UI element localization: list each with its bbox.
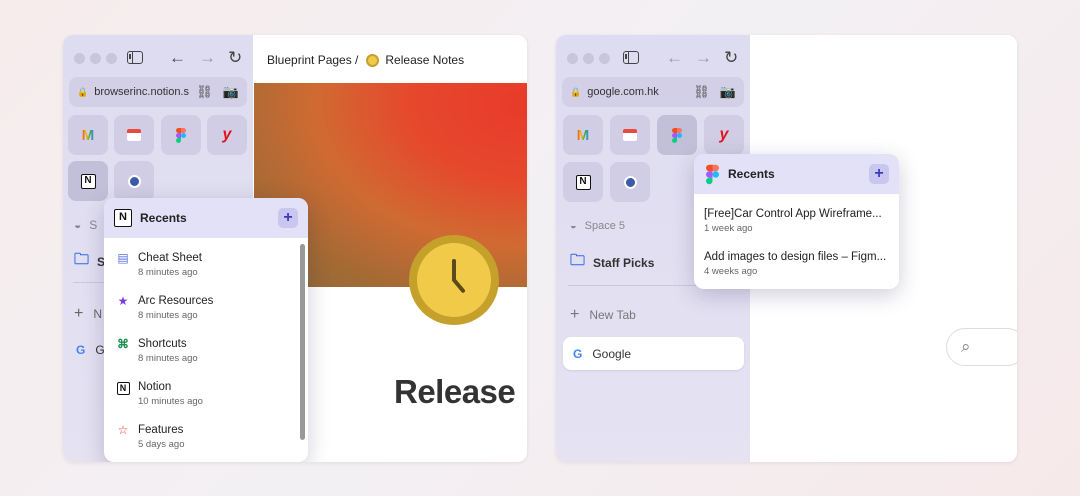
link-icon[interactable]: ⛓	[196, 84, 213, 100]
add-button[interactable]: +	[278, 208, 298, 228]
clock-emoji-icon	[366, 53, 380, 67]
url-text: browserinc.notion.s	[94, 86, 189, 98]
link-icon[interactable]: ⛓	[693, 84, 710, 100]
recents-popup: Recents + [Free]Car Control App Wirefram…	[694, 154, 899, 289]
google-icon: G	[76, 343, 86, 357]
figma-icon	[176, 127, 186, 143]
app-icon	[127, 174, 141, 188]
recent-item[interactable]: ★ Arc Resources 8 minutes ago	[104, 294, 308, 337]
gmail-icon: M	[576, 126, 590, 144]
camera-icon[interactable]: 📷	[223, 84, 239, 100]
breadcrumb: Blueprint Pages / Release Notes	[254, 35, 527, 85]
y-logo-icon: y	[222, 126, 232, 143]
sidebar-toggle-icon[interactable]	[623, 51, 639, 64]
star-outline-icon: ☆	[117, 423, 129, 437]
recents-header: Recents +	[694, 154, 899, 194]
url-bar[interactable]: 🔒 google.com.hk ⛓ 📷	[562, 77, 744, 107]
breadcrumb-parent[interactable]: Blueprint Pages /	[267, 53, 358, 67]
window-maximize-button[interactable]	[599, 53, 610, 64]
space-label: ◒ Space 5	[570, 220, 626, 232]
planet-icon: ◒	[570, 220, 577, 232]
space-label: ◒ S	[74, 218, 98, 232]
pinned-gmail[interactable]: M	[563, 115, 603, 155]
star-icon: ★	[117, 294, 129, 308]
pinned-figma[interactable]	[657, 115, 697, 155]
pinned-y-app[interactable]: y	[207, 115, 247, 155]
calendar-icon	[623, 129, 637, 141]
document-icon: ▤	[117, 251, 129, 265]
window-minimize-button[interactable]	[583, 53, 594, 64]
command-icon: ⌘	[117, 337, 129, 351]
window-minimize-button[interactable]	[90, 53, 101, 64]
forward-arrow-icon[interactable]: →	[695, 49, 712, 66]
sidebar-tab-google[interactable]: G G	[76, 343, 105, 357]
recent-item[interactable]: N Notion 10 minutes ago	[104, 380, 308, 423]
recent-item[interactable]: [Free]Car Control App Wireframe... 1 week…	[694, 207, 899, 250]
gmail-icon: M	[81, 126, 95, 144]
pinned-calendar[interactable]	[610, 115, 650, 155]
back-arrow-icon[interactable]: ←	[666, 49, 683, 66]
google-icon: G	[573, 346, 583, 361]
breadcrumb-page[interactable]: Release Notes	[385, 53, 464, 67]
folder-icon: 🗀	[74, 251, 90, 268]
window-close-button[interactable]	[567, 53, 578, 64]
plus-icon: +	[570, 306, 580, 323]
new-tab-button[interactable]: + New Tab	[570, 306, 636, 324]
recent-item[interactable]: ▤ Cheat Sheet 8 minutes ago	[104, 251, 308, 294]
reload-icon[interactable]: ↻	[724, 49, 738, 66]
recents-popup: N Recents + ▤ Cheat Sheet 8 minutes ago ★…	[104, 198, 308, 462]
folder-icon: 🗀	[570, 252, 586, 269]
window-maximize-button[interactable]	[106, 53, 117, 64]
notion-icon: N	[114, 209, 132, 227]
back-arrow-icon[interactable]: ←	[169, 49, 186, 66]
sidebar-toggle-icon[interactable]	[127, 51, 143, 64]
search-icon: ⌕	[961, 337, 971, 356]
recents-header: N Recents +	[104, 198, 308, 238]
pinned-gmail[interactable]: M	[68, 115, 108, 155]
figma-icon	[706, 164, 719, 184]
pinned-app[interactable]	[114, 161, 154, 201]
figma-icon	[672, 127, 682, 143]
lock-icon: 🔒	[570, 86, 582, 97]
new-tab-button[interactable]: + N	[74, 305, 102, 323]
notion-icon: N	[575, 174, 591, 190]
clock-icon	[409, 235, 499, 325]
left-browser-window: ← → ↻ 🔒 browserinc.notion.s ⛓ 📷 M y N ◒ …	[63, 35, 527, 462]
sidebar-folder-staff-picks[interactable]: 🗀 Staff Picks	[570, 250, 654, 275]
app-icon	[623, 175, 637, 189]
pinned-app[interactable]	[610, 162, 650, 202]
sidebar-folder[interactable]: 🗀 S	[74, 249, 105, 274]
y-logo-icon: y	[719, 126, 729, 143]
window-close-button[interactable]	[74, 53, 85, 64]
url-text: google.com.hk	[587, 86, 659, 98]
notion-icon: N	[116, 382, 130, 395]
lock-icon: 🔒	[77, 86, 89, 97]
sidebar-tab-google[interactable]: G Google	[563, 337, 744, 370]
pinned-y-app[interactable]: y	[704, 115, 744, 155]
plus-icon: +	[74, 305, 84, 322]
reload-icon[interactable]: ↻	[228, 49, 242, 66]
pinned-figma[interactable]	[161, 115, 201, 155]
recent-item[interactable]: ⌘ Shortcuts 8 minutes ago	[104, 337, 308, 380]
forward-arrow-icon[interactable]: →	[199, 49, 216, 66]
calendar-icon	[127, 129, 141, 141]
add-button[interactable]: +	[869, 164, 889, 184]
planet-icon: ◒	[74, 218, 82, 232]
right-browser-window: ← → ↻ 🔒 google.com.hk ⛓ 📷 M y N ◒ Space …	[556, 35, 1017, 462]
search-box[interactable]: ⌕	[946, 328, 1017, 366]
notion-icon: N	[80, 173, 96, 189]
scrollbar[interactable]	[300, 244, 305, 440]
pinned-calendar[interactable]	[114, 115, 154, 155]
page-title: Release	[394, 373, 516, 410]
url-bar[interactable]: 🔒 browserinc.notion.s ⛓ 📷	[69, 77, 247, 107]
pinned-notion[interactable]: N	[68, 161, 108, 201]
recent-item[interactable]: Add images to design files – Figm... 4 we…	[694, 250, 899, 289]
recent-item[interactable]: ☆ Features 5 days ago	[104, 423, 308, 462]
camera-icon[interactable]: 📷	[720, 84, 736, 100]
pinned-notion[interactable]: N	[563, 162, 603, 202]
